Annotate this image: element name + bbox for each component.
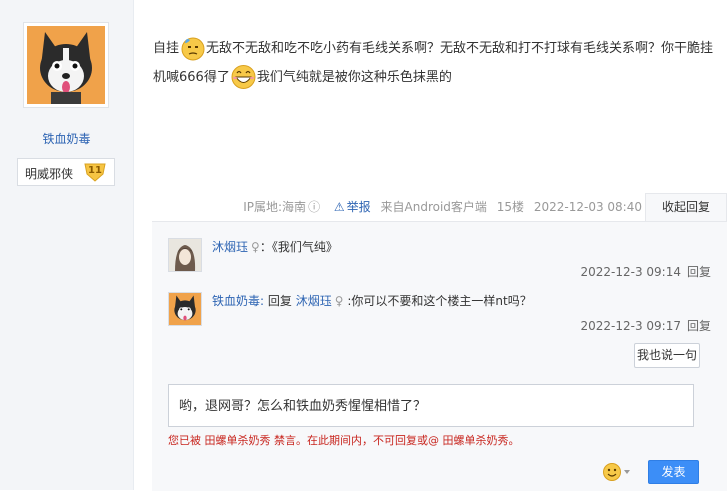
reply-link[interactable]: 回复	[687, 319, 711, 333]
collapse-replies-tab[interactable]: 收起回复	[645, 193, 727, 221]
client-source[interactable]: 来自Android客户端	[381, 200, 487, 214]
warning-triangle-icon[interactable]: ⚠	[334, 200, 345, 214]
author-sidebar: 铁血奶毒 明威邪侠 11	[0, 0, 134, 490]
sub-reply-panel: 沐烟珏 ♀：《我们气纯》 2022-12-3 09:14 回复 铁血奶毒: 回复 沐…	[152, 221, 727, 491]
reply-link[interactable]: 回复	[687, 265, 711, 279]
reply-username[interactable]: 沐烟珏	[212, 240, 248, 254]
list-item: 沐烟珏 ♀：《我们气纯》 2022-12-3 09:14 回复	[168, 238, 713, 280]
gender-icon: ♀	[334, 294, 344, 308]
reply-avatar[interactable]	[168, 238, 202, 272]
author-avatar[interactable]	[23, 22, 109, 108]
post-content: 自挂 无敌不无敌和吃不吃小药有毛线关系啊？无敌不无敌和打不打球有毛线关系啊？你干…	[153, 34, 718, 92]
reply-time: 2022-12-3 09:17	[580, 319, 681, 333]
floor-number: 15楼	[496, 200, 525, 214]
ip-location: IP属地:海南	[243, 200, 307, 214]
ban-notice: 您已被 田螺单杀奶秀 禁言。在此期间内，不可回复或@ 田螺单杀奶秀。	[168, 434, 520, 447]
reply-prefix: 回复	[267, 294, 292, 308]
author-username[interactable]: 铁血奶毒	[0, 130, 133, 147]
reply-body: 铁血奶毒: 回复 沐烟珏 ♀ :你可以不要和这个楼主一样nt吗？	[212, 292, 712, 309]
reply-separator: ：	[259, 240, 272, 254]
list-item: 铁血奶毒: 回复 沐烟珏 ♀ :你可以不要和这个楼主一样nt吗？ 2022-12-…	[168, 292, 713, 334]
reply-username[interactable]: 铁血奶毒	[212, 294, 260, 308]
post-meta-bar: IP属地:海南 ⓘ ⚠ 举报 来自Android客户端 15楼 2022-12-03…	[237, 200, 642, 214]
reply-footer: 2022-12-3 09:14 回复	[580, 263, 711, 280]
reply-avatar[interactable]	[168, 292, 202, 326]
reply-time: 2022-12-3 09:14	[580, 265, 681, 279]
gender-icon: ♀	[251, 240, 260, 254]
reply-content: :你可以不要和这个楼主一样nt吗？	[347, 294, 532, 308]
post-text-1: 自挂	[153, 41, 180, 56]
grin-face-emoji-icon	[231, 65, 256, 89]
post-text-3: 我们气纯就是被你这种乐色抹黑的	[256, 70, 452, 85]
rank-badge-box[interactable]: 明威邪侠 11	[17, 158, 115, 186]
reply-separator: :	[260, 294, 265, 308]
reply-target-user[interactable]: 沐烟珏	[296, 294, 332, 308]
publish-button[interactable]: 发表	[648, 460, 699, 484]
report-link[interactable]: 举报	[347, 200, 371, 214]
reply-content: 《我们气纯》	[271, 240, 338, 254]
rank-name: 明威邪侠	[25, 167, 74, 181]
emoji-picker-icon[interactable]	[602, 461, 632, 483]
reply-input[interactable]: 哟，退网哥？怎么和铁血奶秀惺惺相惜了？	[168, 384, 694, 427]
say-something-button[interactable]: 我也说一句	[634, 343, 700, 368]
rank-level: 11	[88, 165, 102, 176]
help-circle-icon[interactable]: ⓘ	[308, 200, 320, 214]
reply-body: 沐烟珏 ♀：《我们气纯》	[212, 238, 712, 255]
reply-footer: 2022-12-3 09:17 回复	[580, 317, 711, 334]
sweat-face-emoji-icon	[181, 37, 205, 61]
post-time: 2022-12-03 08:40	[533, 200, 642, 214]
